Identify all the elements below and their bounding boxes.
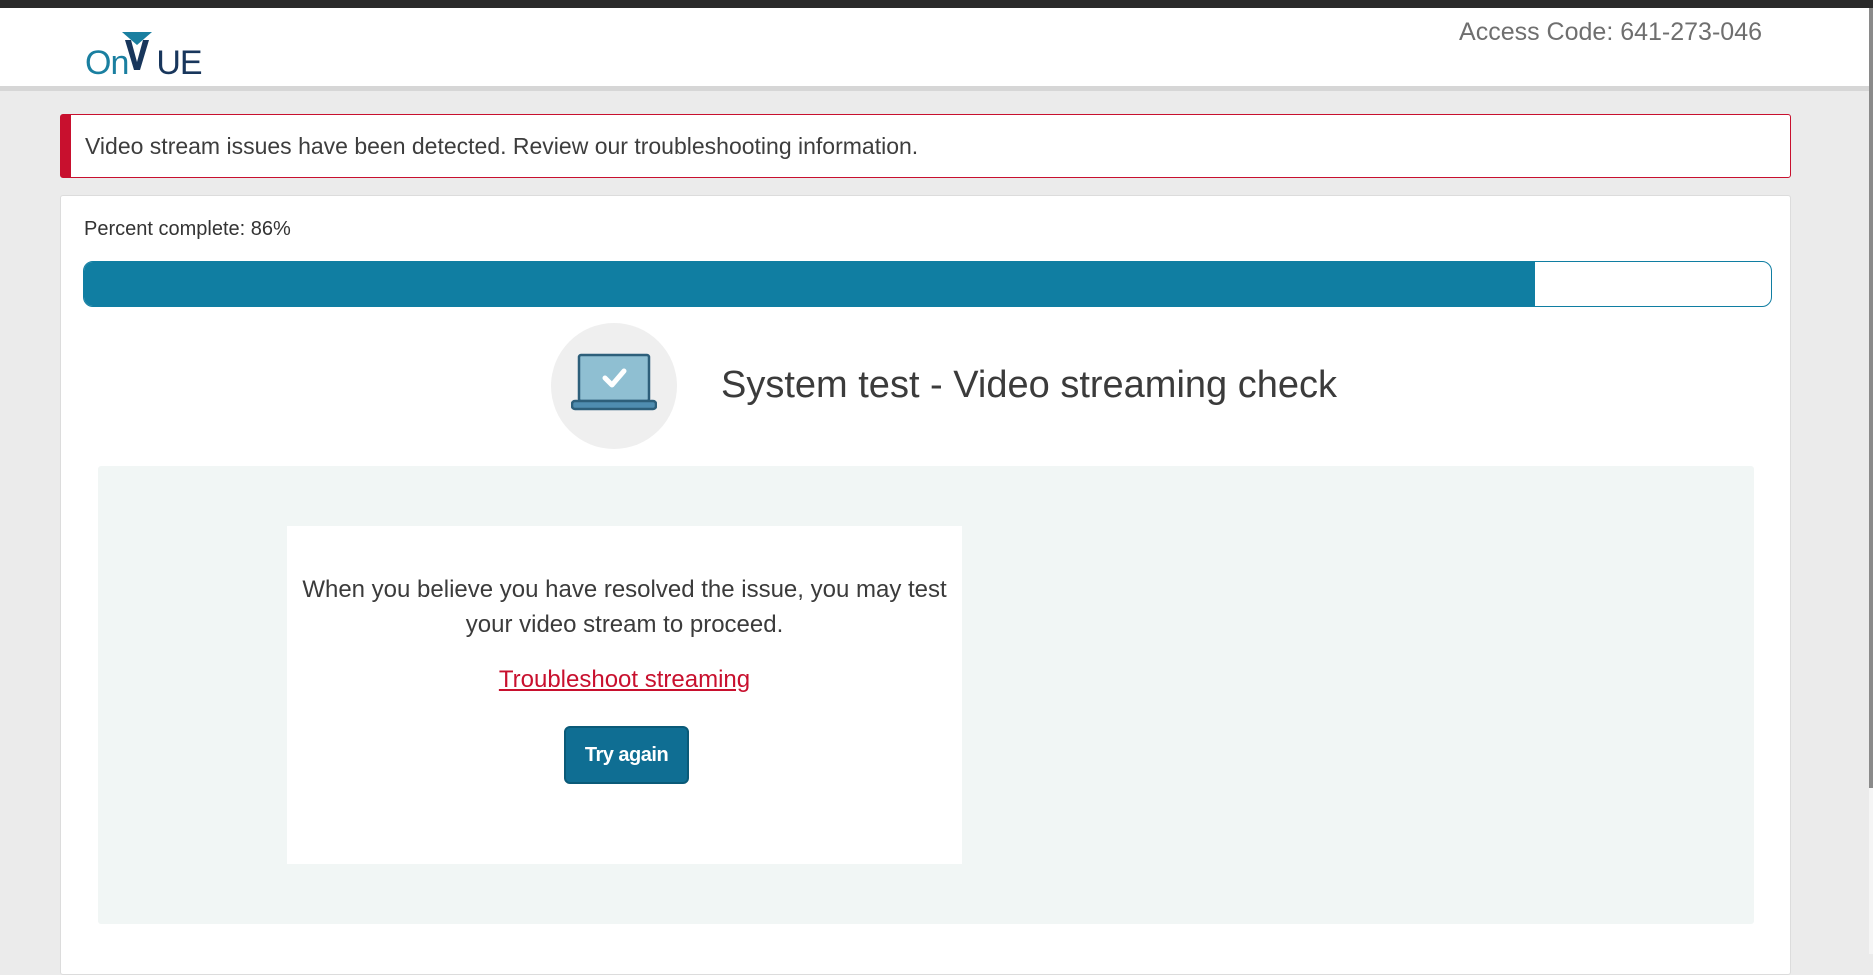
onvue-logo: On UE	[85, 32, 203, 82]
system-test-card: Percent complete: 86% System test - Vide…	[60, 195, 1791, 975]
app-header: On UE Access Code: 641-273-046	[0, 8, 1869, 91]
troubleshoot-streaming-link[interactable]: Troubleshoot streaming	[287, 666, 962, 694]
progress-bar-fill	[84, 262, 1535, 306]
alert-message: Video stream issues have been detected. …	[85, 132, 919, 159]
laptop-check-icon	[551, 323, 677, 449]
top-strip	[0, 0, 1873, 8]
access-code: Access Code: 641-273-046	[1459, 18, 1762, 46]
scrollbar-thumb[interactable]	[1869, 8, 1873, 788]
laptop-svg	[571, 353, 657, 411]
video-stream-alert: Video stream issues have been detected. …	[60, 114, 1791, 178]
instructions-text: When you believe you have resolved the i…	[302, 576, 947, 638]
streaming-panel: When you believe you have resolved the i…	[98, 466, 1754, 924]
percent-complete-label: Percent complete: 86%	[84, 218, 291, 240]
logo-text-ue: UE	[156, 44, 202, 82]
section-title: System test - Video streaming check	[721, 364, 1337, 406]
resolve-box: When you believe you have resolved the i…	[287, 526, 962, 864]
progress-bar	[83, 261, 1772, 307]
logo-v-icon	[122, 32, 152, 70]
try-again-button[interactable]: Try again	[564, 726, 689, 784]
